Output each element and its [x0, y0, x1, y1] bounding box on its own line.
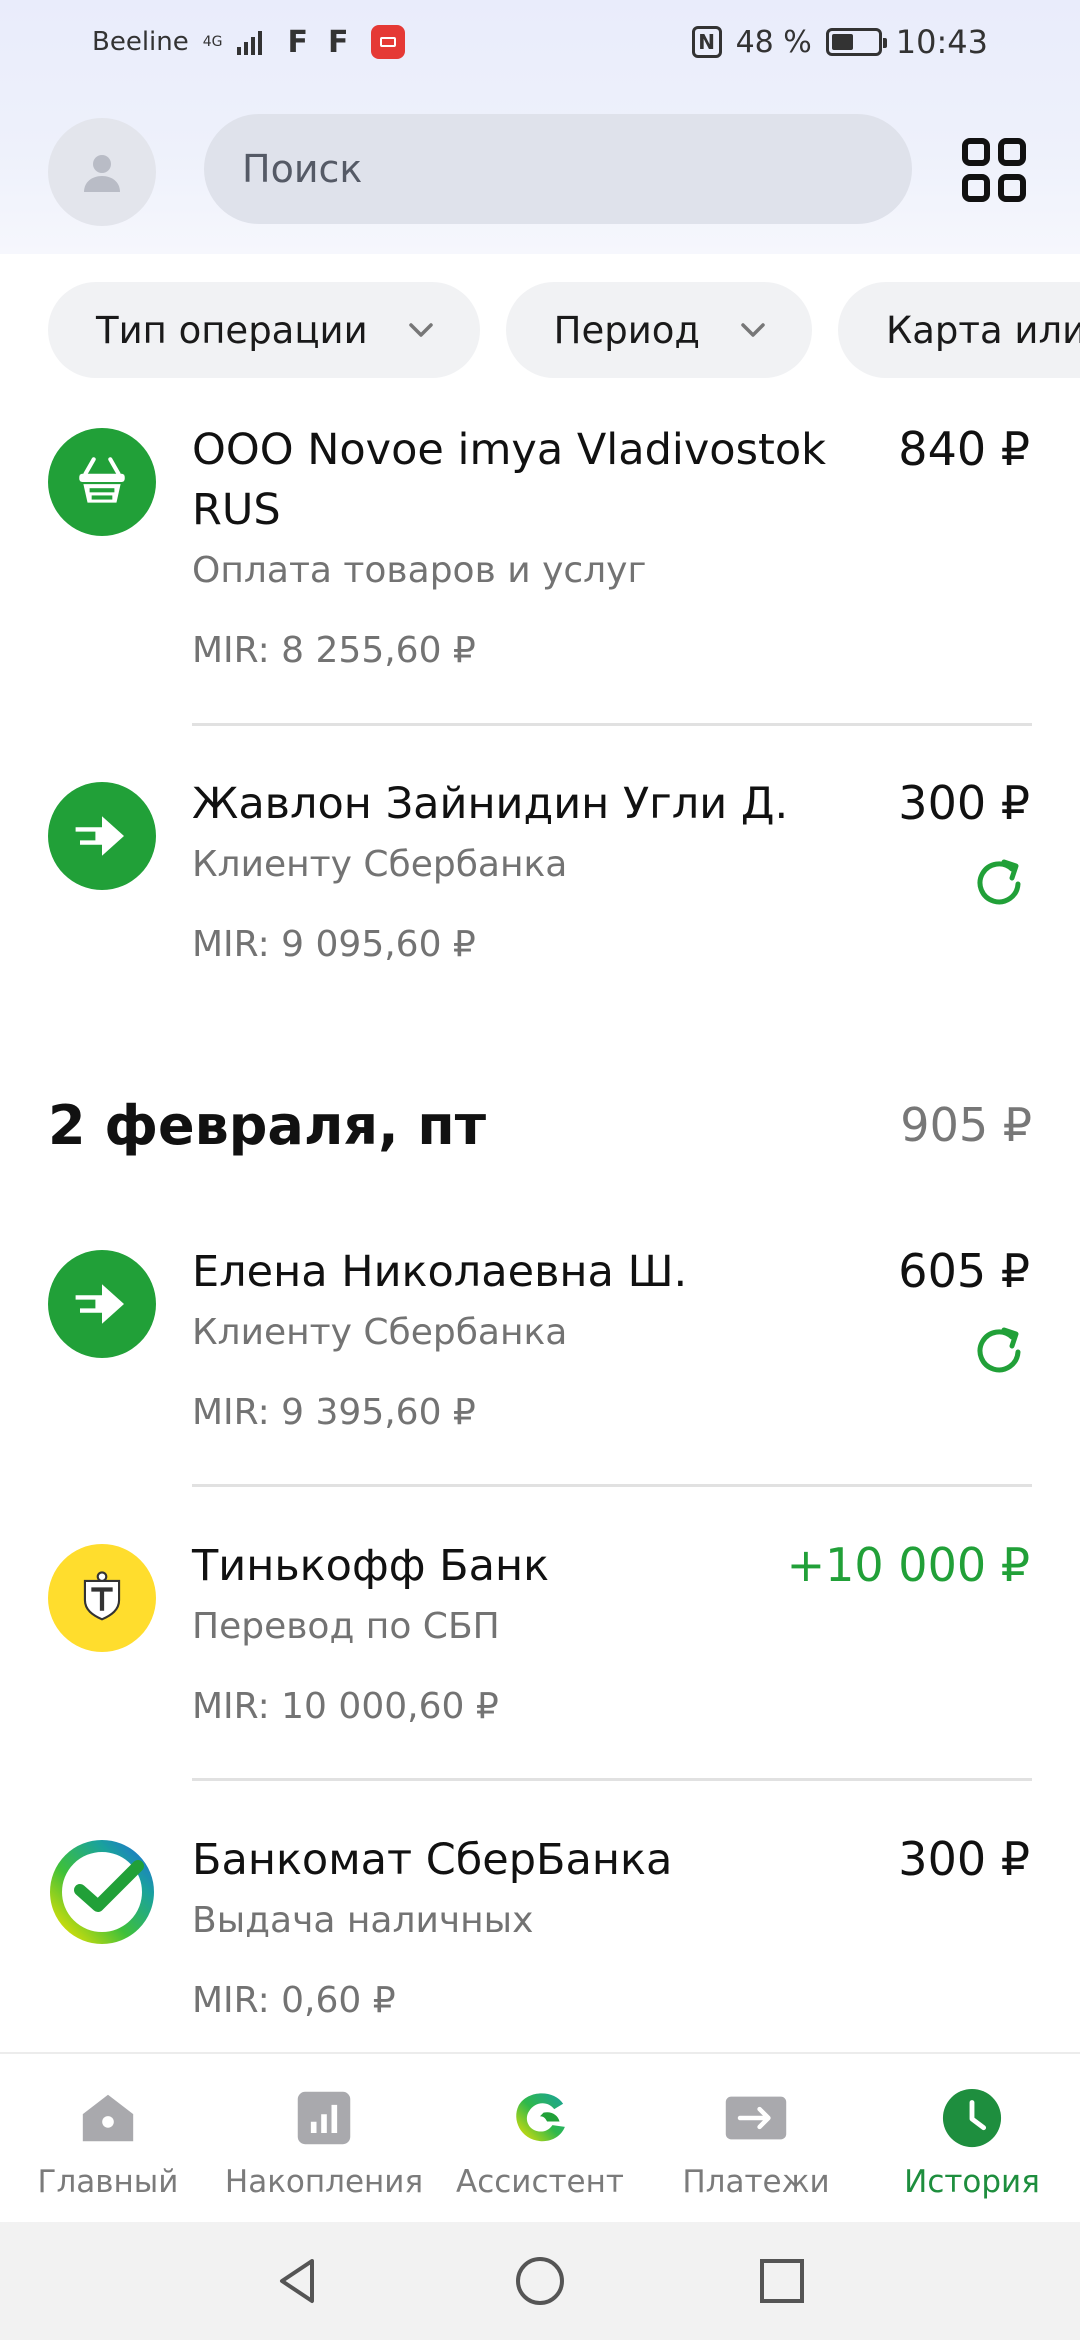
- transaction-row[interactable]: Елена Николаевна Ш. Клиенту Сбербанка MI…: [0, 1242, 1080, 1482]
- avatar[interactable]: [48, 118, 156, 226]
- chevron-down-icon: [408, 323, 433, 337]
- recents-square-icon[interactable]: [754, 2253, 810, 2309]
- huawei-app-icon: [370, 25, 405, 59]
- home-circle-icon[interactable]: [512, 2253, 568, 2309]
- nav-item-history[interactable]: История: [864, 2054, 1080, 2222]
- divider: [192, 1778, 1032, 1781]
- transaction-name: Тинькофф Банк: [192, 1541, 550, 1591]
- basket-icon: [48, 428, 156, 536]
- status-bar-left: Beeline 4G F F: [92, 25, 405, 60]
- transfer-arrow-icon: [48, 782, 156, 890]
- nav-label: Главный: [37, 2164, 179, 2200]
- notification-f-icon-2: F: [328, 24, 349, 60]
- system-navigation-bar: [0, 2222, 1080, 2340]
- card-balance: MIR: 8 255,60 ₽: [192, 630, 476, 671]
- assistant-icon: [508, 2086, 572, 2150]
- sberbank-logo-icon: [48, 1838, 156, 1946]
- transaction-row[interactable]: Тинькофф Банк Перевод по СБП MIR: 10 000…: [0, 1536, 1080, 1776]
- transaction-name: Банкомат СберБанка: [192, 1835, 673, 1885]
- transaction-name: ООО Novoe imya Vladivostok RUS: [192, 425, 827, 535]
- nav-label: Накопления: [224, 2164, 424, 2200]
- transaction-row[interactable]: ООО Novoe imya Vladivostok RUS Оплата то…: [0, 420, 1080, 730]
- card-balance: MIR: 0,60 ₽: [192, 1980, 396, 2021]
- filter-chips: Тип операции Период Карта или счёт: [48, 282, 1080, 378]
- payments-arrow-icon: [724, 2086, 788, 2150]
- card-balance: MIR: 9 395,60 ₽: [192, 1392, 476, 1433]
- status-bar: Beeline 4G F F N 48 % 10:43: [0, 0, 1080, 84]
- transaction-amount-income: +10 000 ₽: [786, 1538, 1030, 1592]
- transaction-name: Елена Николаевна Ш.: [192, 1247, 688, 1297]
- battery-percent: 48 %: [735, 24, 812, 60]
- transaction-subtitle: Клиенту Сбербанка: [192, 1312, 568, 1353]
- transaction-amount: 840 ₽: [898, 422, 1030, 476]
- nav-item-assistant[interactable]: Ассистент: [432, 2054, 648, 2222]
- transaction-amount: 300 ₽: [898, 776, 1030, 830]
- tinkoff-logo-icon: [48, 1544, 156, 1652]
- transaction-row[interactable]: Банкомат СберБанка Выдача наличных MIR: …: [0, 1830, 1080, 2050]
- nav-label: Платежи: [682, 2164, 830, 2200]
- status-bar-right: N 48 % 10:43: [691, 23, 988, 61]
- battery-fill: [831, 34, 853, 50]
- chip-label: Карта или счёт: [885, 308, 1080, 352]
- date-group-header: 2 февраля, пт 905 ₽: [48, 1090, 1032, 1160]
- transaction-subtitle: Перевод по СБП: [192, 1606, 500, 1647]
- transaction-name: Жавлон Зайнидин Угли Д.: [192, 779, 789, 829]
- divider: [192, 723, 1032, 726]
- divider: [192, 1484, 1032, 1487]
- search-input[interactable]: [242, 147, 912, 191]
- nav-label: История: [904, 2164, 1040, 2200]
- nav-item-payments[interactable]: Платежи: [648, 2054, 864, 2222]
- transaction-subtitle: Клиенту Сбербанка: [192, 844, 568, 885]
- nav-item-main[interactable]: Главный: [0, 2054, 216, 2222]
- transaction-subtitle: Оплата товаров и услуг: [192, 550, 647, 591]
- clock: 10:43: [895, 23, 988, 61]
- chevron-down-icon: [741, 323, 765, 337]
- transaction-amount: 300 ₽: [898, 1832, 1030, 1886]
- signal-icon: [236, 29, 262, 55]
- notification-f-icon: F: [287, 24, 309, 60]
- savings-chart-icon: [292, 2086, 356, 2150]
- repeat-icon[interactable]: [968, 1320, 1030, 1382]
- bottom-navigation: Главный Накопления Ассистент Платежи Ист…: [0, 2052, 1080, 2222]
- app-screen: Beeline 4G F F N 48 % 10:43 Тип опе: [0, 0, 1080, 2340]
- filter-period[interactable]: Период: [505, 282, 812, 378]
- battery-icon: [825, 28, 887, 56]
- nfc-icon: N: [691, 26, 722, 58]
- chip-label: Тип операции: [96, 308, 368, 352]
- date-title: 2 февраля, пт: [48, 1093, 486, 1157]
- home-icon: [76, 2086, 140, 2150]
- network-type: 4G: [202, 34, 223, 50]
- back-triangle-icon[interactable]: [270, 2253, 326, 2309]
- card-balance: MIR: 9 095,60 ₽: [192, 924, 476, 965]
- filter-operation-type[interactable]: Тип операции: [48, 282, 480, 378]
- transaction-subtitle: Выдача наличных: [192, 1900, 534, 1941]
- transaction-amount: 605 ₽: [898, 1244, 1030, 1298]
- nav-label: Ассистент: [456, 2164, 624, 2200]
- user-icon: [84, 155, 120, 192]
- nav-item-savings[interactable]: Накопления: [216, 2054, 432, 2222]
- card-balance: MIR: 10 000,60 ₽: [192, 1686, 499, 1727]
- repeat-icon[interactable]: [968, 852, 1030, 914]
- carrier-name: Beeline: [92, 27, 189, 57]
- date-total: 905 ₽: [900, 1098, 1032, 1152]
- history-clock-icon: [940, 2086, 1004, 2150]
- filter-card-or-account[interactable]: Карта или счёт: [837, 282, 1080, 378]
- search-bar[interactable]: [204, 114, 912, 224]
- apps-grid-icon[interactable]: [962, 138, 1026, 202]
- transaction-row[interactable]: Жавлон Зайнидин Угли Д. Клиенту Сбербанк…: [0, 774, 1080, 1004]
- transfer-arrow-icon: [48, 1250, 156, 1358]
- chip-label: Период: [553, 308, 700, 352]
